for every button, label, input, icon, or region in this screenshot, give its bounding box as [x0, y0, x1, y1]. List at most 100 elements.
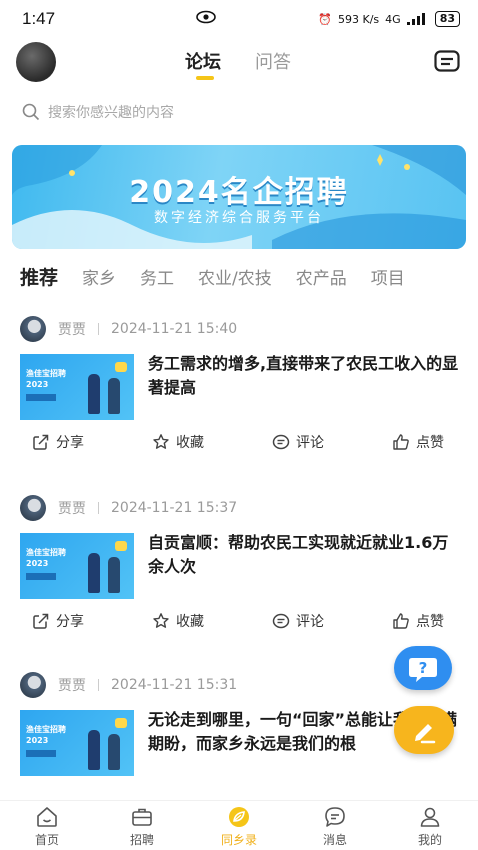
comment-label: 评论: [296, 435, 324, 451]
category-projects[interactable]: 项目: [371, 264, 405, 289]
app-header: 论坛 问答: [0, 38, 478, 90]
comment-icon: [272, 434, 290, 450]
thumbnail-year: 2023: [26, 559, 49, 568]
author-avatar[interactable]: [20, 316, 46, 342]
battery-indicator: 83: [434, 11, 460, 27]
thumbnail-figure: [88, 730, 100, 770]
share-button[interactable]: 分享: [32, 432, 84, 452]
post-thumbnail[interactable]: 渔佳宝招聘 2023: [20, 710, 134, 776]
thumbnail-bubble: [115, 718, 127, 728]
category-hometown[interactable]: 家乡: [82, 264, 116, 289]
eye-icon: [196, 10, 216, 24]
thumbnail-figure: [108, 378, 120, 414]
nav-recruit[interactable]: 招聘: [112, 805, 172, 848]
nav-home-label: 首页: [34, 833, 59, 847]
search-bar[interactable]: 搜索你感兴趣的内容: [22, 100, 174, 124]
signal-icon: [406, 13, 425, 25]
share-icon: [33, 613, 49, 629]
star-icon: [153, 434, 169, 449]
leaf-icon: [229, 807, 249, 827]
chat-bubble-icon: [325, 807, 345, 827]
author-name[interactable]: 贾贾: [58, 319, 86, 339]
thumbnail-tag: [26, 750, 56, 757]
banner-title: 2024名企招聘: [129, 175, 349, 210]
create-post-button[interactable]: [394, 706, 454, 754]
favorite-label: 收藏: [176, 614, 204, 630]
post-thumbnail[interactable]: 渔佳宝招聘 2023: [20, 533, 134, 599]
question-bubble-icon: ?: [409, 658, 437, 682]
share-icon: [33, 434, 49, 450]
share-button[interactable]: 分享: [32, 611, 84, 631]
nav-recruit-label: 招聘: [129, 833, 154, 847]
user-icon: [420, 807, 440, 827]
category-work[interactable]: 务工: [140, 264, 174, 289]
author-avatar[interactable]: [20, 495, 46, 521]
message-list-icon[interactable]: [434, 50, 460, 72]
comment-label: 评论: [296, 614, 324, 630]
post-thumbnail[interactable]: 渔佳宝招聘 2023: [20, 354, 134, 420]
comment-button[interactable]: 评论: [272, 611, 324, 631]
post-time: 2024-11-21 15:31: [111, 677, 238, 693]
author-name[interactable]: 贾贾: [58, 498, 86, 518]
category-farm-products[interactable]: 农产品: [296, 264, 347, 289]
thumbnail-title: 渔佳宝招聘: [26, 548, 66, 557]
star-icon: [153, 613, 169, 628]
nav-messages-label: 消息: [322, 833, 347, 847]
nav-fellow[interactable]: 同乡录: [209, 805, 269, 848]
meta-divider: [98, 323, 99, 335]
post-card[interactable]: 贾贾 2024-11-21 15:37 渔佳宝招聘 2023 自贡富顺：帮助农民…: [0, 495, 478, 645]
svg-text:?: ?: [419, 659, 428, 677]
thumbnail-figure: [88, 553, 100, 593]
status-bar: 1:47 ⏰ 593 K/s 4G 83: [0, 0, 478, 38]
ask-question-button[interactable]: ?: [394, 646, 452, 690]
thumbnail-bubble: [115, 362, 127, 372]
nav-messages[interactable]: 消息: [305, 805, 365, 848]
author-name[interactable]: 贾贾: [58, 675, 86, 695]
category-recommend[interactable]: 推荐: [20, 263, 58, 290]
favorite-button[interactable]: 收藏: [152, 611, 204, 631]
status-right: ⏰ 593 K/s 4G 83: [318, 11, 460, 27]
tab-active-indicator: [196, 76, 214, 80]
search-input[interactable]: 搜索你感兴趣的内容: [48, 102, 174, 122]
post-meta: 贾贾 2024-11-21 15:31: [20, 672, 237, 698]
home-icon: [37, 807, 57, 827]
tab-qa[interactable]: 问答: [255, 48, 291, 74]
category-agriculture[interactable]: 农业/农技: [198, 264, 272, 289]
author-avatar[interactable]: [20, 672, 46, 698]
bottom-nav: 首页 招聘 同乡录 消息 我的: [0, 800, 478, 850]
signal-type: 4G: [385, 12, 401, 26]
category-tabs: 推荐 家乡 务工 农业/农技 农产品 项目: [20, 262, 429, 290]
briefcase-icon: [132, 808, 152, 826]
post-title[interactable]: 自贡富顺：帮助农民工实现就近就业1.6万余人次: [148, 531, 464, 579]
favorite-label: 收藏: [176, 435, 204, 451]
nav-profile-label: 我的: [417, 833, 442, 847]
recruitment-banner[interactable]: 2024名企招聘 数字经济综合服务平台: [12, 145, 466, 249]
post-card[interactable]: 贾贾 2024-11-21 15:40 渔佳宝招聘 2023 务工需求的增多,直…: [0, 316, 478, 466]
thumbnail-title: 渔佳宝招聘: [26, 369, 66, 378]
alarm-icon: ⏰: [318, 12, 332, 26]
thumbnail-title: 渔佳宝招聘: [26, 725, 66, 734]
comment-button[interactable]: 评论: [272, 432, 324, 452]
like-label: 点赞: [416, 614, 444, 630]
thumbnail-year: 2023: [26, 380, 49, 389]
pencil-icon: [415, 724, 436, 744]
like-button[interactable]: 点赞: [392, 611, 444, 631]
tab-forum[interactable]: 论坛: [185, 48, 221, 74]
like-button[interactable]: 点赞: [392, 432, 444, 452]
nav-home[interactable]: 首页: [17, 805, 77, 848]
comment-icon: [272, 613, 290, 629]
thumbnail-year: 2023: [26, 736, 49, 745]
banner-subtitle: 数字经济综合服务平台: [154, 210, 324, 226]
nav-fellow-label: 同乡录: [220, 833, 257, 847]
thumbs-up-icon: [393, 434, 409, 450]
network-speed: 593 K/s: [338, 12, 380, 26]
post-time: 2024-11-21 15:37: [111, 500, 238, 516]
thumbnail-tag: [26, 573, 56, 580]
post-title[interactable]: 务工需求的增多,直接带来了农民工收入的显著提高: [148, 352, 464, 400]
post-meta: 贾贾 2024-11-21 15:40: [20, 316, 237, 342]
user-avatar[interactable]: [16, 42, 56, 82]
thumbs-up-icon: [393, 613, 409, 629]
nav-profile[interactable]: 我的: [400, 805, 460, 848]
favorite-button[interactable]: 收藏: [152, 432, 204, 452]
thumbnail-bubble: [115, 541, 127, 551]
